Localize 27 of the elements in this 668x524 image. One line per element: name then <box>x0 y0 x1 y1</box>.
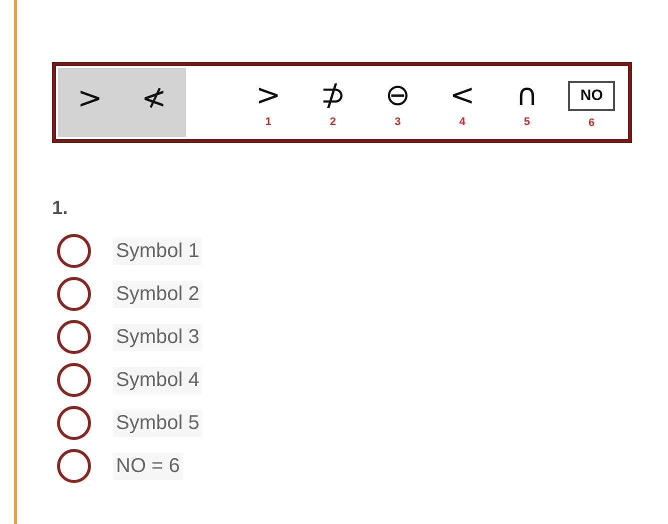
option-label: Symbol 3 <box>113 324 202 350</box>
symbol: ≮ <box>141 81 167 116</box>
symbol: > <box>77 81 103 116</box>
radio-button[interactable] <box>57 363 91 397</box>
symbol: ⊖ <box>385 78 410 114</box>
option-label: Symbol 1 <box>113 238 202 264</box>
radio-button[interactable] <box>57 234 91 268</box>
symbol: < <box>450 78 475 114</box>
option-label: NO = 6 <box>113 452 183 480</box>
question-number: 1. <box>52 198 69 220</box>
symbol: > <box>256 78 281 114</box>
symbol: ∩ <box>516 78 538 114</box>
radio-button[interactable] <box>57 449 91 483</box>
option-label: Symbol 5 <box>113 410 202 436</box>
option-label: Symbol 2 <box>113 280 202 308</box>
symbol-number: 4 <box>459 116 466 128</box>
symbol-number: 1 <box>265 116 272 128</box>
no-box: NO <box>568 81 615 111</box>
option-label: Symbol 4 <box>113 366 202 394</box>
symbol-number: 2 <box>330 116 336 128</box>
radio-button[interactable] <box>57 320 91 354</box>
symbol: ⊅ <box>320 78 346 114</box>
symbol-number: 6 <box>588 117 595 129</box>
radio-button[interactable] <box>57 406 91 440</box>
radio-button[interactable] <box>57 277 91 311</box>
symbol-number: 5 <box>524 116 530 128</box>
symbol-number: 3 <box>394 116 401 128</box>
